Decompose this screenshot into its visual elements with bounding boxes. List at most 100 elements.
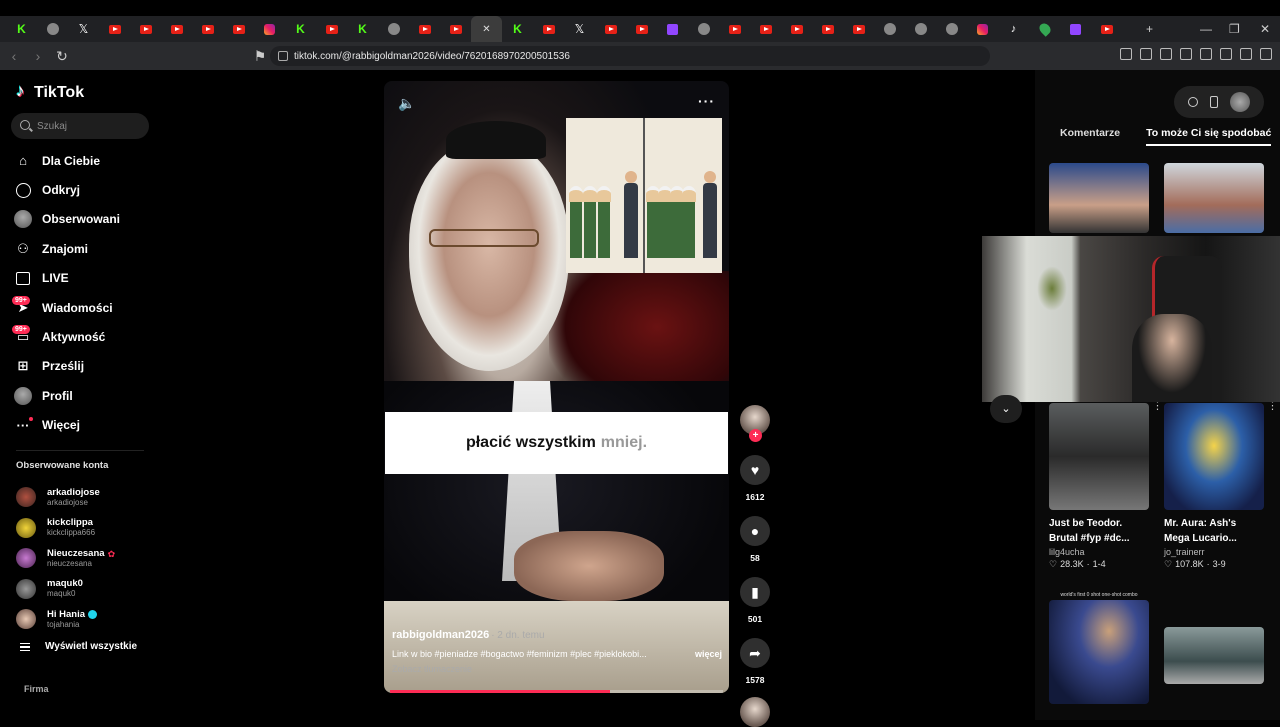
address-bar[interactable]: tiktok.com/@rabbigoldman2026/video/76201… [270, 46, 990, 66]
browser-tab[interactable] [223, 16, 254, 42]
browser-tab[interactable] [378, 16, 409, 42]
sidebar-icon[interactable] [1180, 48, 1192, 60]
browser-tab[interactable] [192, 16, 223, 42]
followed-account[interactable]: kickclippa kickclippa666 [16, 513, 115, 544]
forward-icon[interactable]: › [28, 48, 48, 64]
user-avatar[interactable] [1230, 92, 1250, 112]
author-avatar[interactable]: + [740, 405, 770, 442]
browser-tab[interactable] [254, 16, 285, 42]
translate-link[interactable]: Zobacz tłumaczenie [392, 664, 722, 674]
tab-search-icon[interactable] [1140, 48, 1152, 60]
extensions-icon[interactable] [1120, 48, 1132, 60]
browser-tab[interactable] [1060, 16, 1091, 42]
browser-tab[interactable]: ✕ [471, 16, 502, 42]
browser-tab[interactable] [595, 16, 626, 42]
recommended-video[interactable]: Mr. Aura: Ash's Mega Lucario... jo_traine… [1164, 400, 1278, 570]
close-window-button[interactable]: ✕ [1260, 16, 1270, 42]
music-icon[interactable] [1160, 48, 1172, 60]
browser-tab[interactable] [316, 16, 347, 42]
new-tab-button[interactable]: + [1146, 16, 1153, 42]
browser-tab[interactable] [967, 16, 998, 42]
follow-plus-icon[interactable]: + [749, 429, 762, 442]
browser-tab[interactable] [781, 16, 812, 42]
sound-avatar[interactable] [740, 697, 770, 727]
menu-item-following[interactable]: Obserwowani [14, 205, 120, 234]
browser-tab[interactable] [409, 16, 440, 42]
save-button[interactable]: ▮ [740, 577, 770, 607]
browser-tab[interactable] [533, 16, 564, 42]
recommended-video[interactable] [1164, 627, 1264, 684]
bookmark-icon[interactable]: ⚑ [250, 48, 270, 65]
menu-item-for-you[interactable]: ⌂ Dla Ciebie [14, 146, 120, 175]
more-options-icon[interactable]: ··· [698, 93, 715, 109]
menu-item-explore[interactable]: Odkryj [14, 175, 120, 204]
menu-item-profile[interactable]: Profil [14, 381, 120, 410]
like-button[interactable]: ♥ [740, 455, 770, 485]
followed-account[interactable]: Nieuczesana ✿ nieuczesana [16, 543, 115, 574]
comment-button[interactable]: ● [740, 516, 770, 546]
wallet-icon[interactable] [1200, 48, 1212, 60]
video-author[interactable]: jo_trainerr [1164, 547, 1264, 557]
browser-tab[interactable] [688, 16, 719, 42]
browser-tab[interactable]: K [502, 16, 533, 42]
menu-item-activity[interactable]: ▭ 99+ Aktywność [12, 322, 120, 351]
browser-tab[interactable] [905, 16, 936, 42]
footer-company-link[interactable]: Firma [24, 684, 49, 694]
tab-recommended[interactable]: To może Ci się spodobać [1146, 127, 1272, 146]
description-more-button[interactable]: więcej [695, 649, 722, 659]
coin-icon[interactable] [1188, 97, 1198, 107]
see-all-link[interactable]: Wyświetl wszystkie [20, 641, 137, 652]
video-player[interactable]: 🔈 ··· płacić wszystkim mniej. rabbigoldm… [384, 81, 729, 693]
browser-tab[interactable] [130, 16, 161, 42]
video-progress-bar[interactable] [390, 690, 723, 693]
volume-icon[interactable]: 🔈 [398, 95, 415, 112]
site-info-icon[interactable] [278, 51, 288, 61]
browser-tab[interactable] [936, 16, 967, 42]
browser-tab[interactable] [843, 16, 874, 42]
recommended-video[interactable]: world's first 0 shot one-shot combo [1049, 592, 1149, 704]
webcam-overlay[interactable] [982, 236, 1280, 402]
recommended-video[interactable] [1049, 163, 1149, 233]
browser-tab[interactable]: ♪ [998, 16, 1029, 42]
menu-item-friends[interactable]: ⚇ Znajomi [14, 234, 120, 263]
share-button[interactable]: ➦ [740, 638, 770, 668]
recommended-video[interactable] [1164, 163, 1264, 233]
menu-item-more[interactable]: ··· Więcej [14, 411, 120, 440]
browser-tab[interactable] [719, 16, 750, 42]
video-author[interactable]: lilg4ucha [1049, 547, 1149, 557]
browser-tab[interactable]: K [285, 16, 316, 42]
ai-icon[interactable] [1220, 48, 1232, 60]
browser-tab[interactable] [874, 16, 905, 42]
tab-comments[interactable]: Komentarze [1060, 127, 1120, 146]
browser-tab[interactable] [812, 16, 843, 42]
browser-tab[interactable] [440, 16, 471, 42]
back-icon[interactable]: ‹ [4, 48, 24, 64]
followed-account[interactable]: arkadiojose arkadiojose [16, 482, 115, 513]
browser-tab[interactable]: K [6, 16, 37, 42]
followed-account[interactable]: Hi Hania tojahania [16, 604, 115, 635]
search-input[interactable]: Szukaj [11, 113, 149, 139]
menu-item-messages[interactable]: ➤ 99+ Wiadomości [12, 293, 120, 322]
tiktok-logo[interactable]: TikTok [16, 81, 84, 102]
browser-tab[interactable] [37, 16, 68, 42]
browser-tab[interactable] [1091, 16, 1122, 42]
reload-icon[interactable]: ↻ [52, 48, 72, 65]
browser-tab[interactable] [626, 16, 657, 42]
minimize-button[interactable]: — [1200, 16, 1212, 42]
followed-account[interactable]: maquk0 maquk0 [16, 574, 115, 605]
maximize-button[interactable]: ❐ [1229, 16, 1240, 42]
browser-tab[interactable] [161, 16, 192, 42]
browser-tab[interactable]: 𝕏 [564, 16, 595, 42]
vpn-icon[interactable] [1240, 48, 1252, 60]
browser-tab[interactable] [750, 16, 781, 42]
browser-tab[interactable]: K [347, 16, 378, 42]
phone-icon[interactable] [1210, 96, 1218, 108]
browser-tab[interactable]: 𝕏 [68, 16, 99, 42]
menu-item-upload[interactable]: ⊞ Prześlij [14, 352, 120, 381]
menu-item-live[interactable]: LIVE [14, 264, 120, 293]
browser-tab[interactable] [1029, 16, 1060, 42]
recommended-video[interactable]: Just be Teodor. Brutal #fyp #dc... lilg4u… [1049, 400, 1163, 570]
browser-tab[interactable] [657, 16, 688, 42]
menu-icon[interactable] [1260, 48, 1272, 60]
video-author[interactable]: rabbigoldman2026 [392, 629, 489, 641]
